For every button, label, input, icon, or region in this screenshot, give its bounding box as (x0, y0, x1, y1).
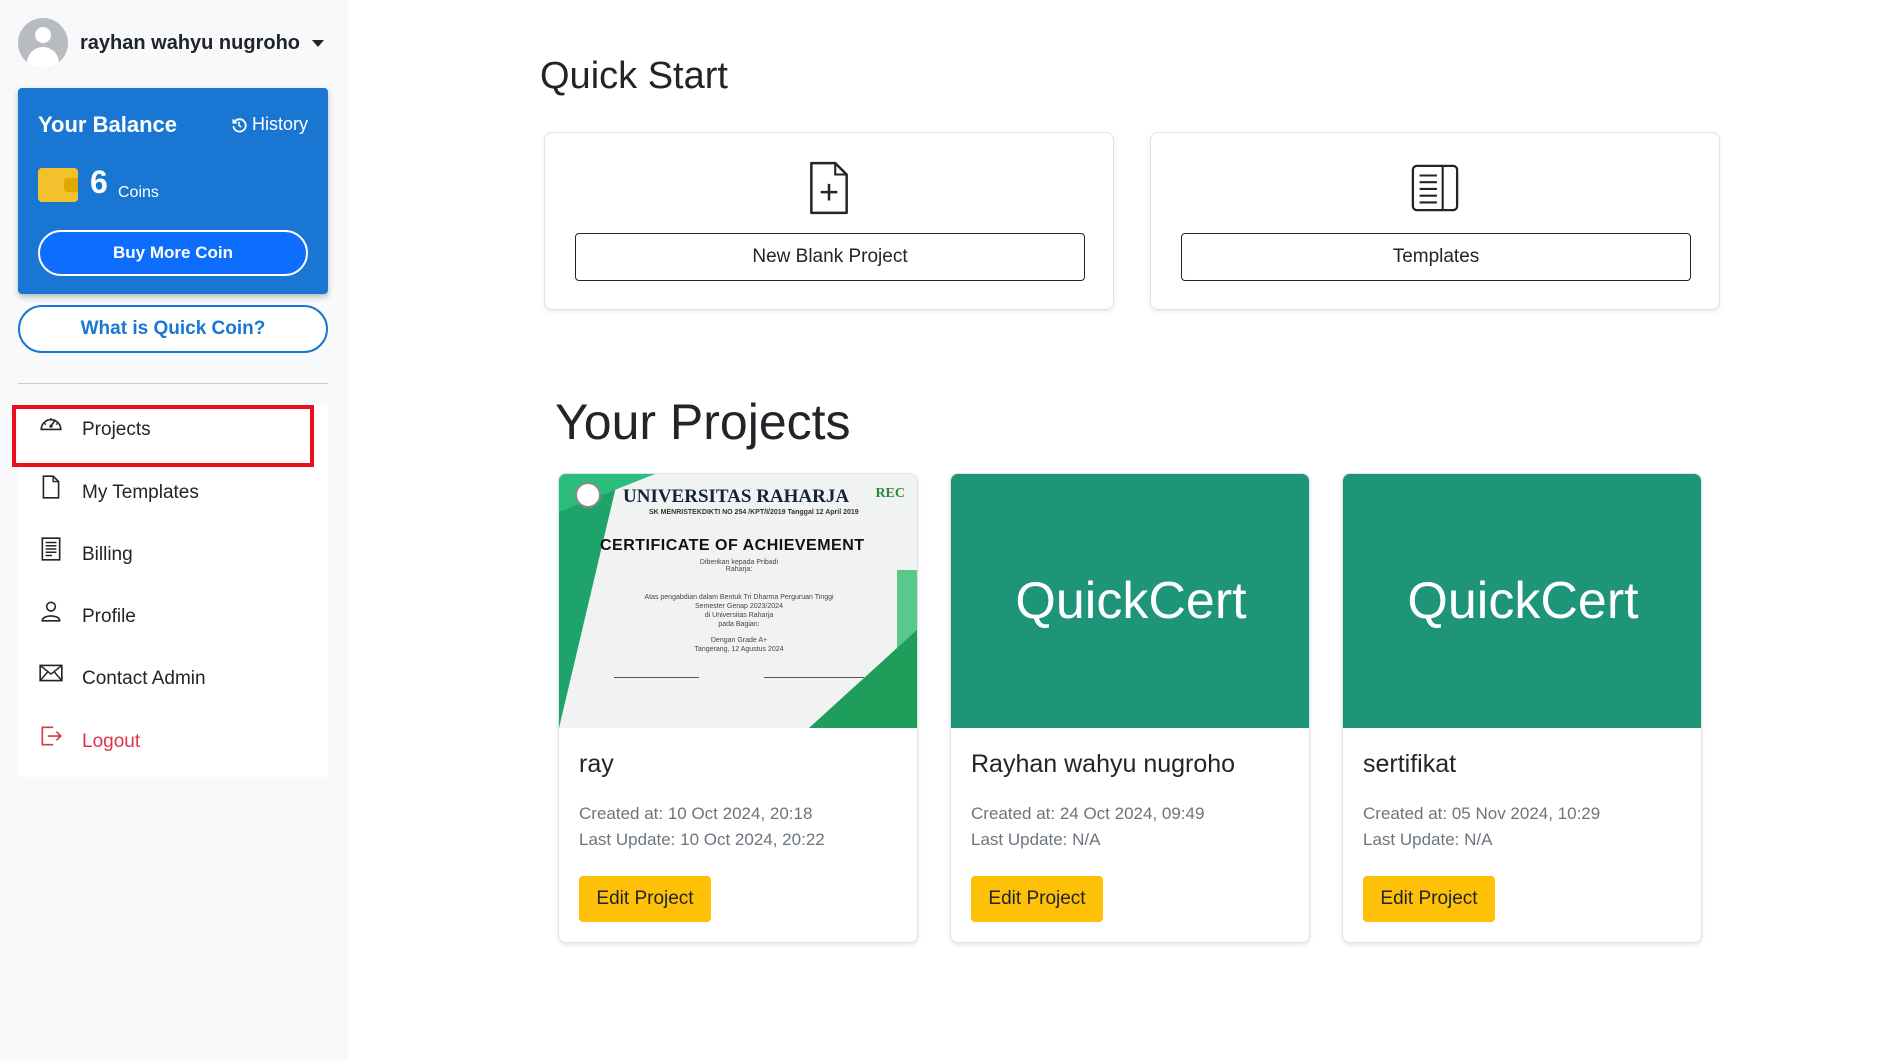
thumbnail-shape (559, 474, 619, 728)
file-icon (42, 475, 60, 499)
templates-button[interactable]: Templates (1181, 233, 1691, 281)
signature-line (614, 677, 699, 678)
project-updated: Last Update: N/A (971, 830, 1101, 849)
certificate-grade: Dengan Grade A+ (710, 637, 768, 644)
selection-highlight (12, 405, 314, 467)
project-card: QuickCert Rayhan wahyu nugroho Created a… (950, 473, 1310, 943)
buy-more-coin-button[interactable]: Buy More Coin (38, 230, 308, 276)
project-name: Rayhan wahyu nugroho (971, 750, 1236, 778)
quick-start-card-new: New Blank Project (544, 132, 1114, 310)
sidebar-item-label: Profile (82, 606, 136, 627)
edit-project-button[interactable]: Edit Project (1363, 876, 1495, 922)
history-link[interactable]: History (230, 114, 308, 135)
certificate-place-date: Tangerang, 12 Agustus 2024 (694, 646, 784, 653)
sidebar-item-label: Contact Admin (82, 668, 206, 689)
sidebar-item-logout[interactable]: Logout (18, 717, 328, 767)
certificate-given-to: Diberikan kepada Pribadi Raharja: (699, 559, 779, 573)
project-created: Created at: 10 Oct 2024, 20:18 (579, 804, 813, 823)
university-logo-icon (575, 482, 601, 508)
what-is-quick-coin-button[interactable]: What is Quick Coin? (18, 305, 328, 353)
receipt-icon (41, 537, 61, 561)
logout-icon (41, 726, 62, 746)
sidebar-item-billing[interactable]: Billing (18, 530, 328, 580)
sidebar-item-contact-admin[interactable]: Contact Admin (18, 654, 328, 704)
certificate-body-line: Atas pengabdian dalam Bentuk Tri Dharma … (644, 594, 834, 601)
caret-down-icon (312, 39, 325, 47)
wallet-icon (38, 168, 78, 202)
sidebar-item-label: Logout (82, 731, 141, 752)
document-list-icon (1411, 164, 1459, 212)
quick-start-title: Quick Start (540, 55, 728, 97)
sidebar-item-label: Billing (82, 544, 133, 565)
coins-count: 6 (90, 164, 108, 200)
project-thumbnail-certificate[interactable]: UNIVERSITAS RAHARJA REC SK MENRISTEKDIKT… (559, 474, 917, 728)
history-icon (232, 117, 247, 132)
username: rayhan wahyu nugroho (80, 31, 301, 54)
project-card: UNIVERSITAS RAHARJA REC SK MENRISTEKDIKT… (558, 473, 918, 943)
project-updated: Last Update: N/A (1363, 830, 1493, 849)
sidebar-item-profile[interactable]: Profile (18, 592, 328, 642)
coins-label: Coins (118, 184, 159, 201)
certificate-body-line: pada Bagian: (718, 621, 760, 628)
edit-project-button[interactable]: Edit Project (579, 876, 711, 922)
project-created: Created at: 05 Nov 2024, 10:29 (1363, 804, 1601, 823)
new-blank-project-button[interactable]: New Blank Project (575, 233, 1085, 281)
balance-card: Your Balance History 6 Coins Buy More Co… (18, 88, 328, 294)
sidebar-item-label: My Templates (82, 482, 199, 503)
certificate-decree: SK MENRISTEKDIKTI NO 254 /KPT/I/2019 Tan… (649, 509, 859, 516)
certificate-heading: CERTIFICATE OF ACHIEVEMENT (600, 537, 865, 554)
user-menu[interactable]: rayhan wahyu nugroho (18, 18, 325, 68)
project-thumbnail[interactable]: QuickCert (951, 474, 1309, 728)
your-projects-title: Your Projects (555, 394, 851, 450)
project-created: Created at: 24 Oct 2024, 09:49 (971, 804, 1205, 823)
edit-project-button[interactable]: Edit Project (971, 876, 1103, 922)
history-label: History (251, 114, 308, 134)
project-card: QuickCert sertifikat Created at: 05 Nov … (1342, 473, 1702, 943)
project-name: sertifikat (1363, 750, 1457, 778)
envelope-icon (39, 664, 63, 682)
person-icon (41, 601, 61, 622)
balance-title: Your Balance (38, 112, 177, 137)
certificate-body-line: di Universitas Raharja (704, 612, 774, 619)
sidebar-divider (18, 383, 328, 384)
project-name: ray (579, 750, 614, 778)
certificate-rec-logo: REC (875, 486, 905, 501)
signature-line (764, 677, 864, 678)
file-plus-icon (810, 161, 848, 215)
sidebar-item-my-templates[interactable]: My Templates (18, 468, 328, 518)
project-thumbnail[interactable]: QuickCert (1343, 474, 1701, 728)
quick-start-card-templates: Templates (1150, 132, 1720, 310)
certificate-university: UNIVERSITAS RAHARJA (623, 486, 850, 507)
certificate-body-line: Semester Genap 2023/2024 (695, 603, 783, 610)
avatar (18, 18, 68, 68)
project-updated: Last Update: 10 Oct 2024, 20:22 (579, 830, 825, 849)
sidebar: rayhan wahyu nugroho Your Balance Histor… (0, 0, 348, 1060)
